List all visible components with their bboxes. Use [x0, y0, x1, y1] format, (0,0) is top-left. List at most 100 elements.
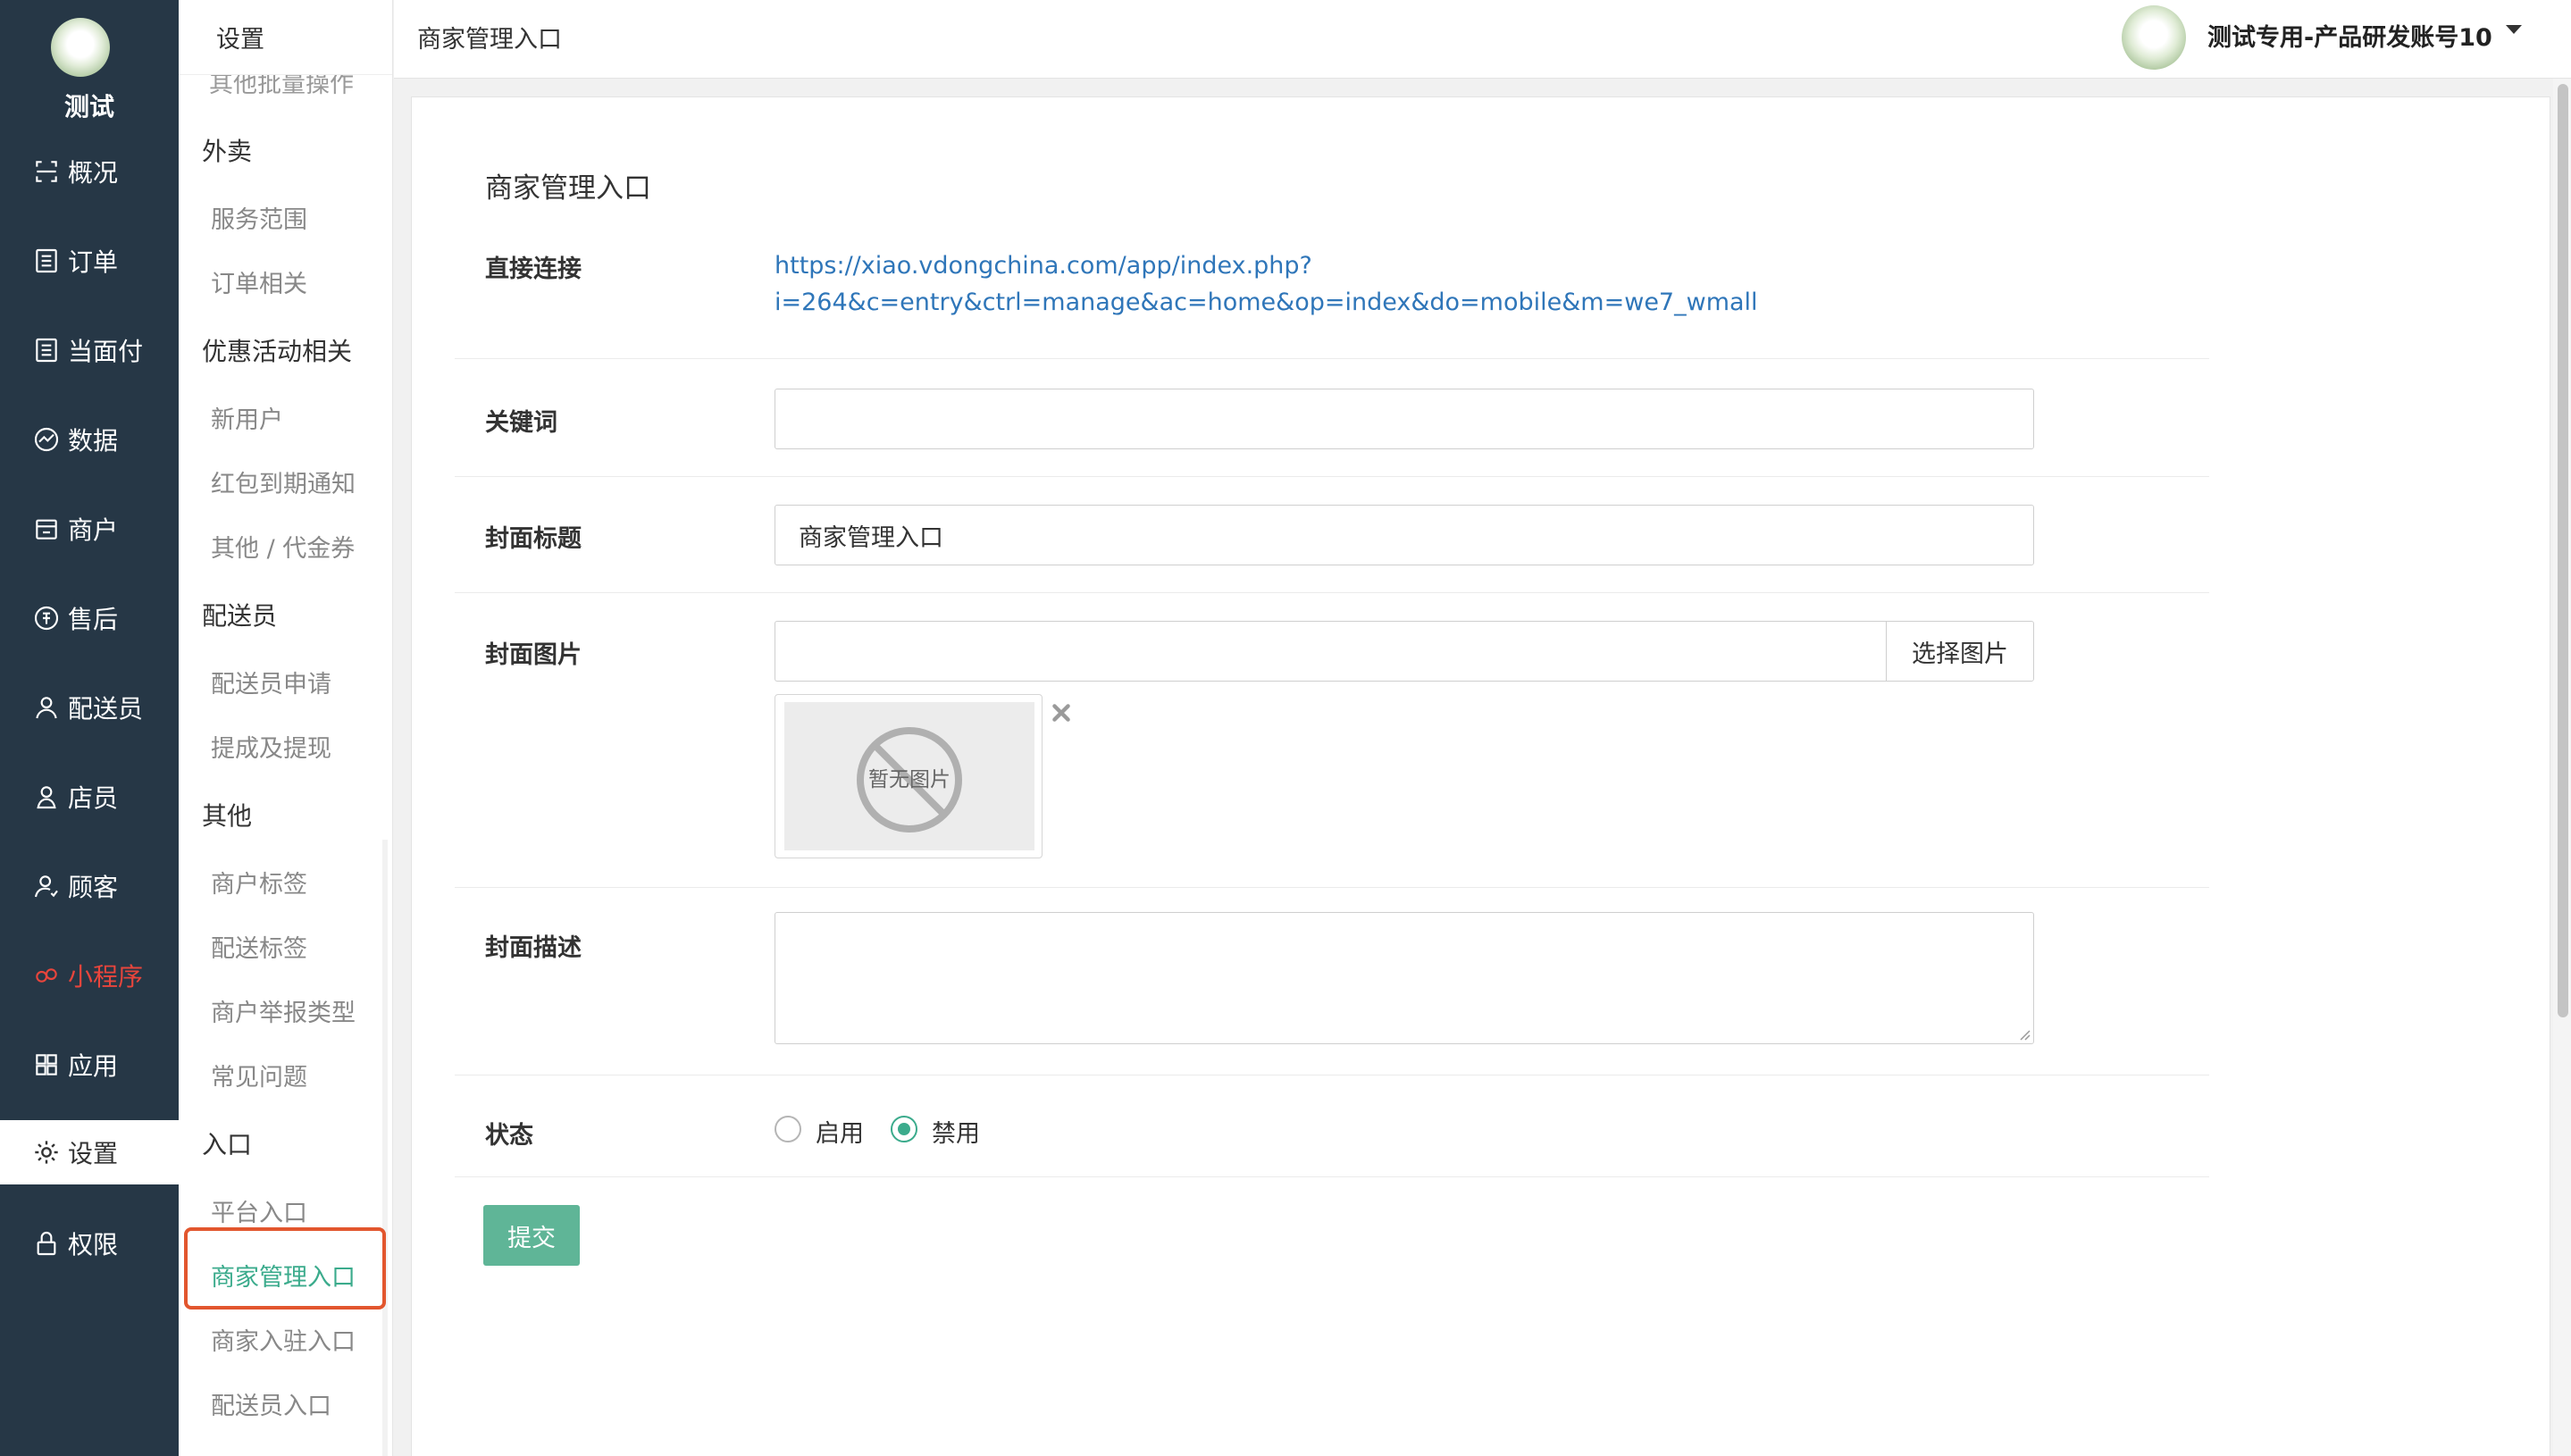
- nav-item-label: 订单: [68, 247, 119, 277]
- sub-item-merchant-join-entry[interactable]: 商家入驻入口: [211, 1322, 356, 1357]
- no-image-text: 暂无图片: [868, 768, 951, 791]
- status-enable-label[interactable]: 启用: [816, 1114, 864, 1149]
- nav-item-label: 商户: [68, 515, 119, 545]
- sub-group-takeout: 外卖: [202, 137, 253, 166]
- nav-item-customer[interactable]: 顾客: [0, 854, 179, 918]
- page-scrollbar-thumb[interactable]: [2558, 84, 2568, 1017]
- brand-name: 测试: [63, 92, 114, 121]
- breadcrumb: 商家管理入口: [417, 26, 562, 54]
- cover-desc-label: 封面描述: [485, 934, 582, 962]
- close-icon[interactable]: [1050, 701, 1073, 724]
- nav-item-label: 小程序: [68, 962, 144, 992]
- highlight-annotation: [184, 1227, 386, 1310]
- main-form-card: 商家管理入口 直接连接 https://xiao.vdongchina.com/…: [411, 96, 2550, 1456]
- nav-item-apps[interactable]: 应用: [0, 1033, 179, 1097]
- nav-item-miniprogram[interactable]: 小程序: [0, 943, 179, 1008]
- image-preview: 暂无图片: [775, 694, 1043, 858]
- status-disable-radio[interactable]: [891, 1116, 917, 1142]
- page-title: 商家管理入口: [485, 172, 651, 205]
- top-header: 商家管理入口 测试专用-产品研发账号10: [394, 0, 2571, 79]
- divider: [455, 887, 2209, 888]
- cover-image-label: 封面图片: [485, 641, 582, 669]
- chevron-down-icon[interactable]: [2506, 25, 2522, 34]
- store-icon: [36, 519, 57, 540]
- aftersale-icon: [34, 606, 59, 631]
- sub-item-courier-entry[interactable]: 配送员入口: [211, 1386, 331, 1421]
- sub-group-courier: 配送员: [202, 601, 278, 631]
- lock-icon: [37, 1232, 56, 1256]
- sub-item-new-user[interactable]: 新用户: [211, 400, 283, 435]
- sub-item-courier-apply[interactable]: 配送员申请: [211, 665, 331, 699]
- sub-item-faq[interactable]: 常见问题: [211, 1058, 307, 1092]
- sub-item-store-tags[interactable]: 商户标签: [211, 865, 307, 900]
- image-placeholder: 暂无图片: [784, 702, 1034, 850]
- divider: [455, 592, 2209, 593]
- sub-item-order-related[interactable]: 订单相关: [211, 264, 307, 299]
- resize-grip-icon[interactable]: [2018, 1028, 2031, 1041]
- sub-item-delivery-tags[interactable]: 配送标签: [211, 929, 307, 964]
- cover-title-label: 封面标题: [485, 525, 582, 553]
- miniprogram-icon: [36, 968, 57, 983]
- nav-item-permissions[interactable]: 权限: [0, 1211, 179, 1276]
- overview-icon: [36, 161, 57, 182]
- settings-icon: [35, 1141, 58, 1164]
- order-icon: [36, 248, 57, 273]
- nav-item-label: 配送员: [68, 694, 144, 724]
- sub-sidebar-scrollbar[interactable]: [382, 840, 388, 1456]
- sub-item-redpacket-expiry[interactable]: 红包到期通知: [211, 464, 356, 499]
- status-enable-radio[interactable]: [775, 1116, 801, 1142]
- nav-item-data[interactable]: 数据: [0, 407, 179, 472]
- brand[interactable]: 测试: [0, 0, 179, 134]
- keyword-label: 关键词: [485, 409, 557, 437]
- direct-link-line1[interactable]: https://xiao.vdongchina.com/app/index.ph…: [775, 247, 1936, 284]
- cover-title-input[interactable]: [775, 505, 2034, 565]
- apps-icon: [36, 1054, 57, 1075]
- submit-button[interactable]: 提交: [483, 1205, 580, 1266]
- sub-sidebar-title: 设置: [179, 0, 392, 75]
- nav-item-label: 顾客: [68, 873, 119, 902]
- pay-icon: [36, 338, 57, 363]
- sub-item-commission[interactable]: 提成及提现: [211, 729, 331, 764]
- nav-item-label: 售后: [68, 605, 119, 634]
- nav-item-label: 应用: [68, 1051, 119, 1081]
- cover-desc-textarea[interactable]: [775, 912, 2034, 1044]
- nav-item-label: 数据: [68, 426, 119, 456]
- divider: [455, 476, 2209, 477]
- nav-item-courier[interactable]: 配送员: [0, 675, 179, 740]
- main-sidebar: 测试 概况 订单 当面付 数据 商户 售后 配送员 店员 顾客 小程序 应用 设…: [0, 0, 179, 1456]
- brand-logo: [51, 18, 110, 77]
- clerk-icon: [37, 786, 56, 809]
- choose-image-button[interactable]: 选择图片: [1886, 621, 2034, 682]
- nav-item-orders[interactable]: 订单: [0, 229, 179, 293]
- direct-link-line2[interactable]: i=264&c=entry&ctrl=manage&ac=home&op=ind…: [775, 284, 1936, 321]
- customer-icon: [34, 875, 58, 898]
- sub-item-service-area[interactable]: 服务范围: [211, 200, 307, 235]
- nav-item-label: 概况: [68, 158, 119, 188]
- user-name[interactable]: 测试专用-产品研发账号10: [2207, 18, 2492, 53]
- avatar[interactable]: [2122, 5, 2186, 70]
- nav-item-aftersale[interactable]: 售后: [0, 586, 179, 650]
- courier-icon: [36, 697, 57, 719]
- nav-item-clerk[interactable]: 店员: [0, 765, 179, 829]
- sub-group-other: 其他: [202, 801, 253, 831]
- nav-item-label: 设置: [68, 1139, 119, 1168]
- nav-item-label: 店员: [68, 783, 119, 813]
- nav-item-pay[interactable]: 当面付: [0, 318, 179, 382]
- data-icon: [34, 427, 59, 452]
- status-label: 状态: [485, 1122, 533, 1150]
- direct-link-label: 直接连接: [485, 255, 582, 283]
- sub-item-platform-entry[interactable]: 平台入口: [211, 1193, 307, 1228]
- keyword-input[interactable]: [775, 389, 2034, 449]
- direct-link[interactable]: https://xiao.vdongchina.com/app/index.ph…: [775, 247, 1936, 321]
- nav-item-label: 当面付: [68, 337, 144, 366]
- sub-item-voucher[interactable]: 其他 / 代金券: [211, 529, 355, 564]
- divider: [455, 1176, 2209, 1177]
- cover-image-input[interactable]: [775, 621, 1886, 682]
- nav-item-label: 权限: [68, 1230, 119, 1259]
- sub-item-report-types[interactable]: 商户举报类型: [211, 993, 356, 1028]
- nav-item-overview[interactable]: 概况: [0, 139, 179, 204]
- nav-item-settings[interactable]: 设置: [0, 1120, 179, 1184]
- status-disable-label[interactable]: 禁用: [932, 1114, 980, 1149]
- sub-group-promotions: 优惠活动相关: [202, 337, 353, 366]
- nav-item-store[interactable]: 商户: [0, 497, 179, 561]
